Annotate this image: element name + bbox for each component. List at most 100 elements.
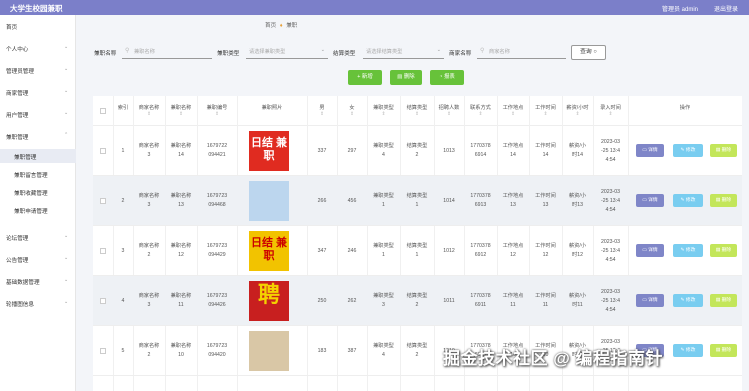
table-cell: 1679723 094429 [197,242,237,260]
row-delete-button[interactable]: ▤ 删除 [710,344,737,357]
filter-shop-input[interactable]: ⚲ 商家名称 [477,45,566,59]
sidebar-item[interactable]: 公告管理 ⌄ [0,252,76,266]
row-delete-button[interactable]: ▤ 删除 [710,244,737,257]
column-header[interactable]: 索引 [113,96,133,126]
sidebar-item[interactable]: 基础数据管理 ⌄ [0,274,76,288]
column-header[interactable]: 工作时间 ⇕ [529,96,562,126]
column-header[interactable]: 商家名称 ⇕ [133,96,165,126]
sort-icon[interactable]: ⇕ [562,112,593,117]
row-button-label: 删除 [721,348,732,353]
column-header[interactable]: 女 ⇕ [337,96,367,126]
column-header[interactable]: 兼职照片 [237,96,307,126]
table-cell-line: 结算类型 [406,193,428,199]
filter-name-input[interactable]: ⚲ 兼职名称 [122,45,212,59]
chevron-icon: ⌄ [64,255,69,261]
sidebar-item[interactable]: 兼职管理 [0,149,76,163]
column-header[interactable]: 男 ⇕ [307,96,337,126]
sidebar-item[interactable]: 兼职申请管理 [0,203,76,217]
sort-icon[interactable]: ⇕ [367,112,400,117]
row-delete-button[interactable]: ▤ 删除 [710,294,737,307]
table-cell-line: 2023-03 [600,288,621,295]
row-edit-button[interactable]: ✎ 修改 [673,194,703,207]
table-row[interactable]: 4 商家名称 3 兼职名称 11 1679723 094426 250 262 兼职类型 3 结算类型… [93,276,742,326]
sidebar-item-label: 论坛管理 [6,236,29,242]
add-button[interactable]: + 新增 [348,70,382,85]
report-button[interactable]: ◔ 报表 [430,70,464,85]
sidebar-item[interactable]: 管理员管理 ⌄ [0,63,76,77]
sidebar-item[interactable]: 兼职留言管理 [0,167,76,181]
table-cell-line: 4:54 [605,306,616,313]
row-checkbox[interactable] [100,148,106,154]
row-checkbox[interactable] [100,198,106,204]
row-edit-button[interactable]: ✎ 修改 [673,344,703,357]
table-row[interactable]: 1 商家名称 3 兼职名称 14 1679722 094421 337 297 兼职类型 4 结算类型… [93,126,742,176]
table-cell-line: 1679723 [206,193,228,199]
sort-icon[interactable]: ⇕ [434,112,464,117]
column-header-label: 工作时间 [535,105,556,111]
logout-link[interactable]: 退出登录 [714,4,738,13]
sort-icon[interactable]: ⇕ [464,112,497,117]
row-delete-button[interactable]: ▤ 删除 [710,194,737,207]
table-cell: 2023-03 -25 13:4 4:54 [593,138,628,165]
table-cell: 薪资/小 时11 [562,292,593,310]
table-cell-line: 3 [147,302,151,308]
column-header[interactable]: 兼职名称 ⇕ [165,96,197,126]
row-edit-button[interactable]: ✎ 修改 [673,244,703,257]
sidebar-item[interactable]: 兼职管理 ⌃ [0,129,76,143]
sort-icon[interactable]: ⇕ [497,112,529,117]
filter-type-select[interactable]: 请选择兼职类型 ⌄ [246,45,328,59]
sort-icon[interactable]: ⇕ [133,112,165,117]
row-edit-button[interactable]: ✎ 修改 [673,144,703,157]
row-detail-button[interactable]: ▭ 详情 [636,244,664,257]
row-detail-button[interactable]: ▭ 详情 [636,194,664,207]
row-checkbox[interactable] [100,298,106,304]
row-detail-button[interactable]: ▭ 详情 [636,294,664,307]
select-all-checkbox[interactable] [100,108,106,114]
table-cell: 262 [347,297,357,304]
plus-icon: + [357,74,361,80]
column-header[interactable]: 兼职类型 ⇕ [367,96,400,126]
job-photo [249,331,289,371]
search-icon: ⚲ [125,48,130,54]
bulk-delete-button[interactable]: ▤ 删除 [390,70,422,85]
sidebar-item[interactable]: 首页 [0,19,76,33]
filter-settle-select[interactable]: 请选择结算类型 ⌄ [363,45,444,59]
sort-icon[interactable]: ⇕ [529,112,562,117]
table-cell-line: 2 [415,302,419,308]
column-header[interactable]: 工作地点 ⇕ [497,96,529,126]
app-title: 大学生校园兼职 [10,4,63,13]
sort-icon[interactable]: ⇕ [400,112,434,117]
table-cell-line: 2023-03 [600,238,621,245]
column-header[interactable]: 联系方式 ⇕ [464,96,497,126]
sidebar-item[interactable]: 轮播图信息 ⌄ [0,296,76,310]
sort-icon[interactable]: ⇕ [593,112,628,117]
table-cell: 工作地点 13 [497,192,529,210]
row-delete-button[interactable]: ▤ 删除 [710,144,737,157]
sidebar-item[interactable]: 用户管理 ⌄ [0,107,76,121]
column-header[interactable]: 薪资/小时 ⇕ [562,96,593,126]
row-checkbox[interactable] [100,348,106,354]
sidebar-item-label: 基础数据管理 [6,280,40,286]
sort-icon[interactable]: ⇕ [307,112,337,117]
table-cell: 工作时间 11 [529,292,562,310]
sidebar-item[interactable]: 论坛管理 ⌄ [0,230,76,244]
table-row[interactable]: 2 商家名称 3 兼职名称 13 1679723 094468 266 456 兼职类型 1 结算类型… [93,176,742,226]
column-header[interactable]: 录入时间 ⇕ [593,96,628,126]
breadcrumb-home[interactable]: 首页 [265,23,276,29]
column-header[interactable]: 操作 [628,96,742,126]
row-checkbox[interactable] [100,248,106,254]
column-header[interactable]: 兼职编号 ⇕ [197,96,237,126]
row-detail-button[interactable]: ▭ 详情 [636,144,664,157]
column-header[interactable]: 招聘人数 ⇕ [434,96,464,126]
sidebar-item[interactable]: 个人中心 ⌄ [0,41,76,55]
sort-icon[interactable]: ⇕ [197,112,237,117]
table-cell-line: 1770378 [470,243,491,249]
column-header[interactable]: 结算类型 ⇕ [400,96,434,126]
sort-icon[interactable]: ⇕ [337,112,367,117]
sort-icon[interactable]: ⇕ [165,112,197,117]
search-button[interactable]: 查询 ○ [571,45,606,60]
table-row[interactable]: 3 商家名称 2 兼职名称 12 1679723 094429 347 246 兼职类型 1 结算类型… [93,226,742,276]
sidebar-item[interactable]: 商家管理 ⌄ [0,85,76,99]
row-edit-button[interactable]: ✎ 修改 [673,294,703,307]
sidebar-item[interactable]: 兼职收藏管理 [0,185,76,199]
